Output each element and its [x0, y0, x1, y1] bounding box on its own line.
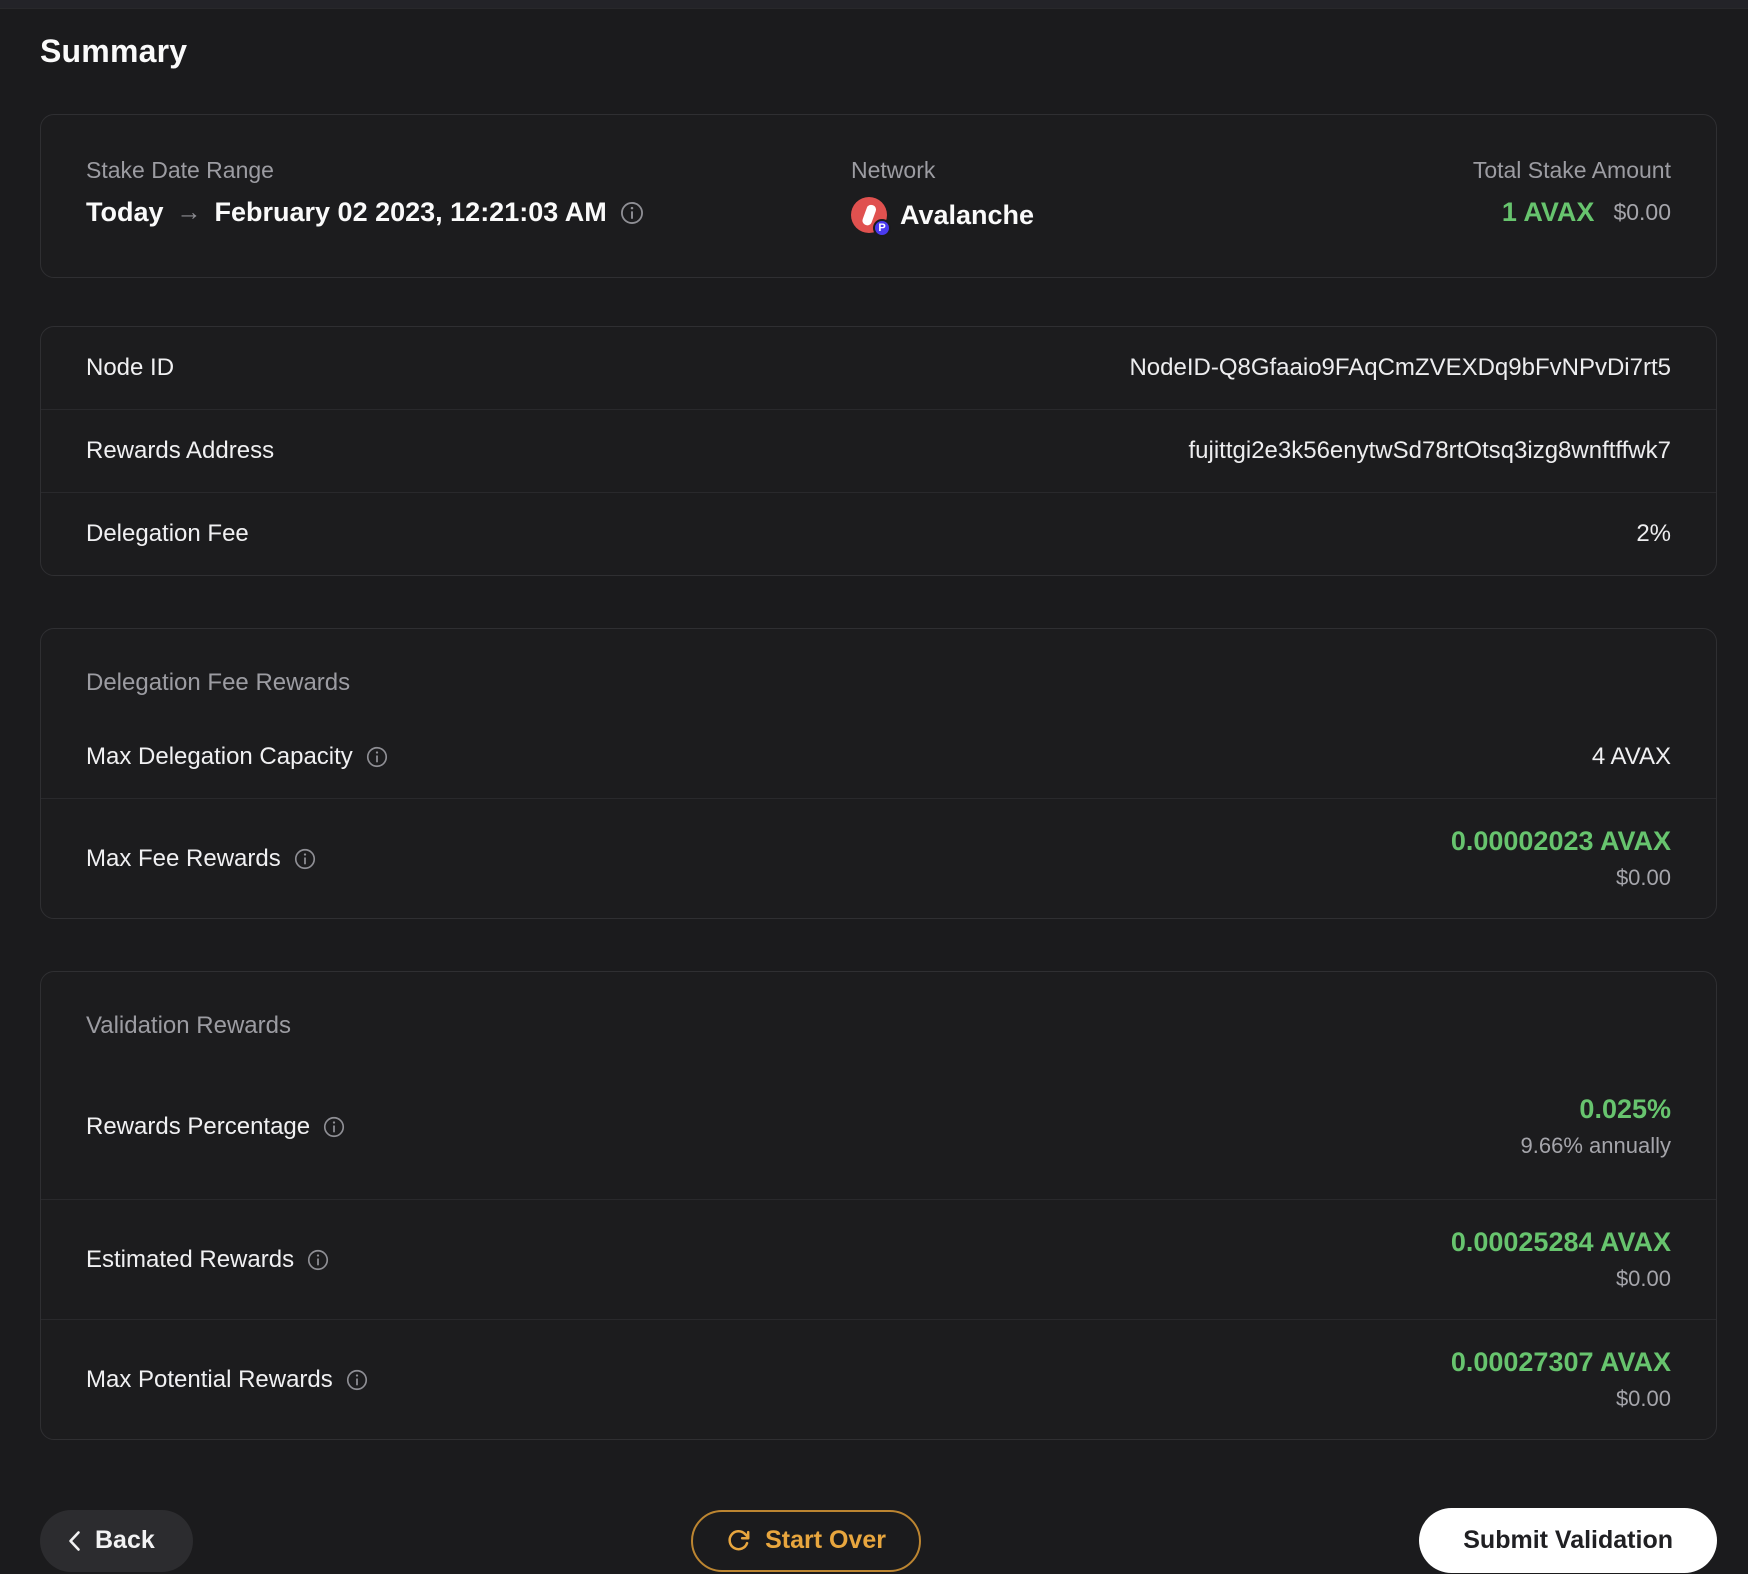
- network-name: Avalanche: [900, 199, 1035, 230]
- max-potential-rewards-row: Max Potential Rewards 0.00027307 AVAX $0…: [41, 1319, 1716, 1439]
- node-id-value: NodeID-Q8Gfaaio9FAqCmZVEXDq9bFvNPvDi7rt5: [1129, 354, 1671, 381]
- rewards-percentage-value: 0.025%: [1579, 1094, 1671, 1124]
- max-fee-rewards-label-wrap: Max Fee Rewards: [86, 845, 316, 873]
- total-stake-usd: $0.00: [1613, 199, 1671, 225]
- stake-date-range-block: Stake Date Range Today → February 02 202…: [86, 157, 851, 228]
- stake-date-from: Today: [86, 197, 164, 227]
- summary-page: Summary Stake Date Range Today → Februar…: [0, 9, 1748, 1573]
- total-stake-block: Total Stake Amount 1 AVAX $0.00: [1473, 157, 1671, 228]
- overview-card: Stake Date Range Today → February 02 202…: [40, 114, 1717, 278]
- rewards-percentage-annual: 9.66% annually: [1520, 1133, 1671, 1158]
- node-details-card: Node ID NodeID-Q8Gfaaio9FAqCmZVEXDq9bFvN…: [40, 326, 1717, 576]
- estimated-rewards-row: Estimated Rewards 0.00025284 AVAX $0.00: [41, 1199, 1716, 1319]
- top-edge-divider: [0, 0, 1748, 9]
- network-block: Network P Avalanche: [851, 157, 1473, 237]
- max-potential-rewards-usd: $0.00: [1615, 1386, 1671, 1411]
- max-fee-rewards-value-block: 0.00002023 AVAX $0.00: [1451, 826, 1671, 891]
- max-fee-rewards-usd: $0.00: [1615, 865, 1671, 890]
- p-chain-badge: P: [873, 219, 891, 237]
- max-fee-rewards-value: 0.00002023 AVAX: [1450, 826, 1671, 856]
- total-stake-amount: 1 AVAX: [1501, 197, 1595, 227]
- restart-icon: [726, 1528, 751, 1553]
- rewards-address-value: fujittgi2e3k56enytwSd78rtOtsq3izg8wnftff…: [1188, 437, 1672, 464]
- validation-rewards-card: Validation Rewards Rewards Percentage 0.…: [40, 971, 1717, 1440]
- submit-validation-button[interactable]: Submit Validation: [1419, 1508, 1717, 1573]
- rewards-percentage-label: Rewards Percentage: [86, 1112, 311, 1140]
- table-row-node-id: Node ID NodeID-Q8Gfaaio9FAqCmZVEXDq9bFvN…: [41, 327, 1716, 409]
- rewards-percentage-value-block: 0.025% 9.66% annually: [1521, 1094, 1671, 1159]
- footer-actions: Back Start Over Submit Validation: [40, 1508, 1717, 1573]
- max-delegation-capacity-label-wrap: Max Delegation Capacity: [86, 743, 388, 771]
- estimated-rewards-info-icon[interactable]: [307, 1249, 329, 1271]
- max-potential-rewards-value: 0.00027307 AVAX: [1450, 1347, 1671, 1377]
- total-stake-value: 1 AVAX $0.00: [1473, 197, 1671, 228]
- estimated-rewards-label: Estimated Rewards: [86, 1245, 295, 1273]
- rewards-percentage-row: Rewards Percentage 0.025% 9.66% annually: [41, 1056, 1716, 1199]
- max-delegation-capacity-value: 4 AVAX: [1591, 743, 1671, 770]
- delegation-fee-rewards-card: Delegation Fee Rewards Max Delegation Ca…: [40, 628, 1717, 919]
- table-row-rewards-address: Rewards Address fujittgi2e3k56enytwSd78r…: [41, 409, 1716, 492]
- estimated-rewards-usd: $0.00: [1615, 1266, 1671, 1291]
- rewards-percentage-label-wrap: Rewards Percentage: [86, 1113, 345, 1141]
- rewards-percentage-info-icon[interactable]: [323, 1116, 345, 1138]
- max-potential-rewards-info-icon[interactable]: [346, 1369, 368, 1391]
- estimated-rewards-value-block: 0.00025284 AVAX $0.00: [1451, 1227, 1671, 1292]
- stake-date-range-label: Stake Date Range: [86, 157, 274, 183]
- start-over-button-label: Start Over: [765, 1526, 886, 1554]
- stake-date-range-value: Today → February 02 2023, 12:21:03 AM: [86, 197, 851, 228]
- stake-date-to: February 02 2023, 12:21:03 AM: [214, 197, 607, 227]
- back-button[interactable]: Back: [40, 1509, 193, 1572]
- start-over-button[interactable]: Start Over: [691, 1509, 921, 1572]
- max-delegation-capacity-row: Max Delegation Capacity 4 AVAX: [41, 713, 1716, 798]
- validation-rewards-title: Validation Rewards: [86, 1012, 291, 1039]
- avalanche-icon: P: [851, 197, 891, 237]
- max-potential-rewards-value-block: 0.00027307 AVAX $0.00: [1451, 1347, 1671, 1412]
- network-value: P Avalanche: [851, 197, 1473, 237]
- max-potential-rewards-label-wrap: Max Potential Rewards: [86, 1366, 368, 1394]
- max-fee-rewards-info-icon[interactable]: [294, 848, 316, 870]
- max-fee-rewards-row: Max Fee Rewards 0.00002023 AVAX $0.00: [41, 798, 1716, 918]
- submit-validation-button-label: Submit Validation: [1463, 1526, 1673, 1554]
- chevron-left-icon: [68, 1530, 81, 1552]
- delegation-fee-rewards-title: Delegation Fee Rewards: [86, 669, 351, 696]
- back-button-label: Back: [95, 1526, 155, 1554]
- rewards-address-label: Rewards Address: [86, 437, 275, 464]
- delegation-fee-value: 2%: [1636, 520, 1671, 547]
- page-title: Summary: [40, 33, 188, 69]
- network-label: Network: [851, 157, 936, 183]
- total-stake-label: Total Stake Amount: [1472, 157, 1671, 183]
- arrow-right-icon: →: [176, 198, 202, 226]
- max-potential-rewards-label: Max Potential Rewards: [86, 1365, 333, 1393]
- estimated-rewards-value: 0.00025284 AVAX: [1450, 1227, 1671, 1257]
- max-delegation-capacity-info-icon[interactable]: [366, 746, 388, 768]
- node-id-label: Node ID: [86, 354, 175, 381]
- max-fee-rewards-label: Max Fee Rewards: [86, 844, 281, 872]
- stake-date-info-icon[interactable]: [620, 201, 644, 225]
- estimated-rewards-label-wrap: Estimated Rewards: [86, 1246, 329, 1274]
- delegation-fee-label: Delegation Fee: [86, 520, 249, 547]
- max-delegation-capacity-label: Max Delegation Capacity: [86, 743, 353, 770]
- table-row-delegation-fee: Delegation Fee 2%: [41, 492, 1716, 575]
